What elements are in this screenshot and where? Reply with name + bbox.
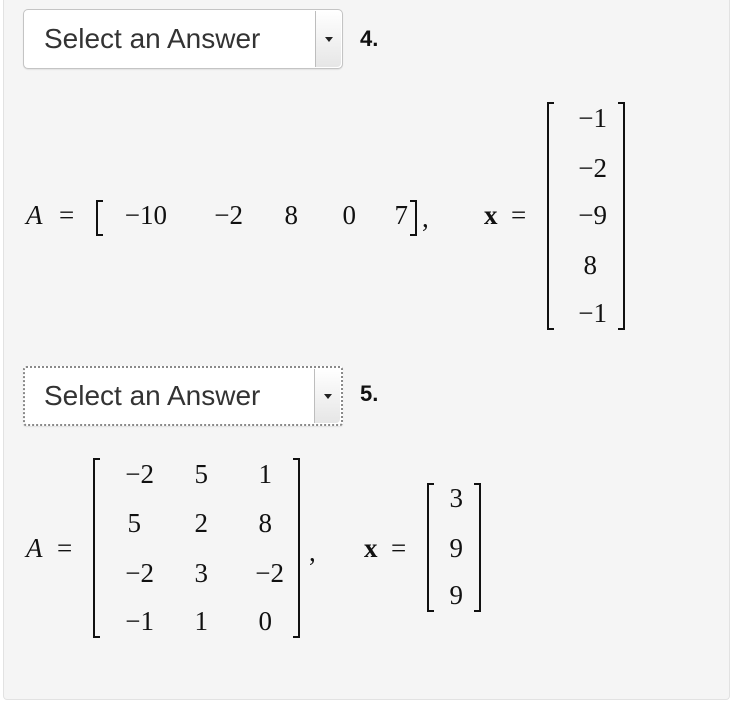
select-label: Select an Answer — [44, 23, 261, 54]
matrix-cell: 0 — [258, 606, 273, 636]
vector-cell: 8 — [583, 250, 598, 280]
question-number: 4. — [360, 26, 379, 51]
vector-x-label: x — [364, 533, 378, 563]
answer-select-q5[interactable]: Select an Answer — [23, 366, 343, 426]
vector-cell: −1 — [578, 298, 607, 328]
vector-cell: −2 — [578, 153, 607, 183]
right-bracket — [618, 102, 625, 330]
left-bracket — [427, 483, 434, 612]
matrix-cell: 1 — [194, 606, 209, 636]
vector-cell: 9 — [449, 533, 464, 563]
equals-sign: = — [511, 200, 527, 230]
question-number: 5. — [360, 381, 379, 406]
matrix-cell: 5 — [127, 508, 142, 538]
comma: , — [309, 537, 316, 567]
vector-cell: −9 — [578, 200, 607, 230]
left-bracket — [547, 102, 554, 330]
matrix-cell: 5 — [194, 459, 209, 489]
matrix-cell: −2 — [125, 459, 154, 489]
equals-sign: = — [391, 533, 407, 563]
comma: , — [422, 203, 429, 233]
dropdown-button[interactable] — [315, 11, 341, 67]
vector-x-label: x — [484, 200, 498, 230]
select-label: Select an Answer — [44, 380, 261, 411]
left-bracket — [93, 458, 100, 638]
right-bracket — [474, 483, 481, 612]
chevron-down-icon — [324, 37, 333, 42]
chevron-down-icon — [323, 394, 332, 399]
matrix-cell: 8 — [258, 508, 273, 538]
matrix-a-label: A — [26, 200, 43, 230]
equals-sign: = — [57, 533, 73, 563]
left-bracket — [96, 200, 103, 236]
vector-cell: 3 — [449, 483, 464, 513]
matrix-cell: 2 — [194, 508, 209, 538]
matrix-cell: 8 — [284, 200, 299, 230]
matrix-cell: −2 — [125, 558, 154, 588]
matrix-cell: 0 — [342, 200, 357, 230]
dropdown-button[interactable] — [314, 369, 340, 423]
matrix-cell: 3 — [194, 558, 209, 588]
equals-sign: = — [59, 200, 75, 230]
answer-select-q4[interactable]: Select an Answer — [23, 9, 343, 69]
matrix-cell: 1 — [258, 459, 273, 489]
matrix-cell: −2 — [214, 200, 243, 230]
right-bracket — [410, 200, 417, 236]
matrix-cell: −2 — [255, 558, 284, 588]
vector-cell: 9 — [449, 580, 464, 610]
right-bracket — [293, 458, 300, 638]
matrix-cell: 7 — [394, 200, 409, 230]
matrix-cell: −10 — [124, 200, 167, 230]
matrix-cell: −1 — [125, 606, 154, 636]
matrix-a-label: A — [26, 533, 43, 563]
vector-cell: −1 — [578, 103, 607, 133]
